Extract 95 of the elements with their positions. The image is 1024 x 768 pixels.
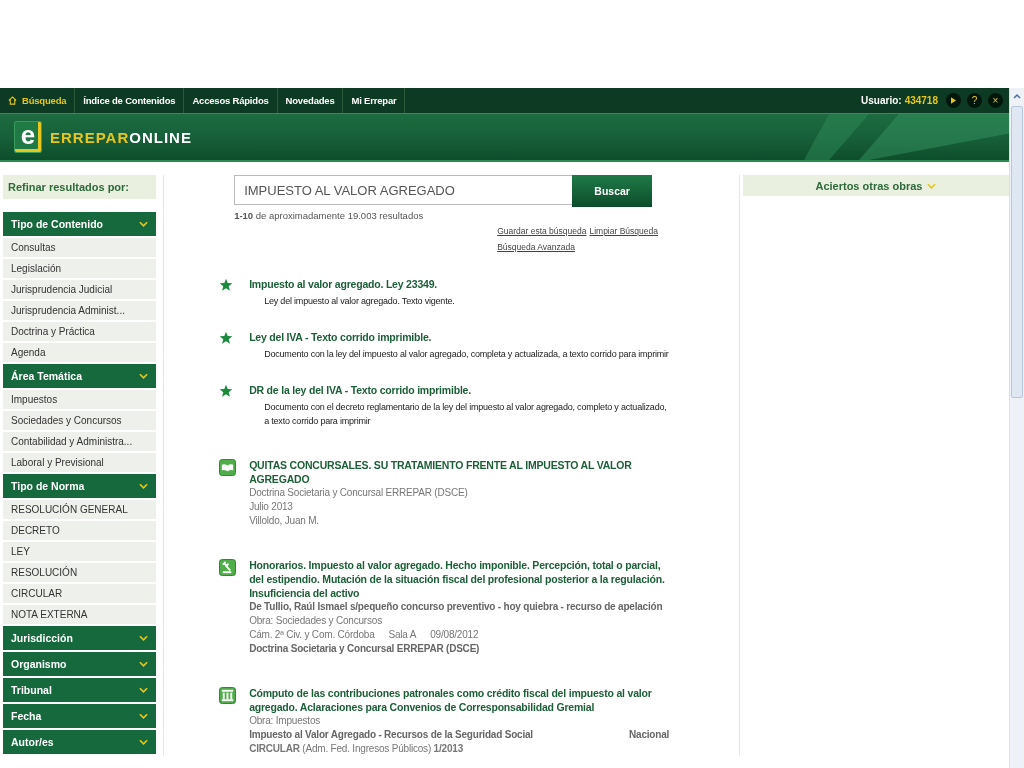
- result-title-link[interactable]: DR de la ley del IVA - Texto corrido imprimible.: [249, 383, 670, 397]
- chevron-icon: [139, 373, 149, 379]
- filter-item[interactable]: Doctrina y Práctica: [3, 322, 157, 343]
- section-title: Autor/es: [11, 736, 54, 748]
- filter-section-header[interactable]: Fecha: [3, 704, 157, 730]
- result-title-link[interactable]: Cómputo de las contribuciones patronales como crédito fiscal del impuesto al valor agregado. Aclaraciones para Convenios de Corresponsabilidad Gremial: [249, 686, 670, 714]
- filter-item[interactable]: DECRETO: [3, 521, 157, 542]
- filter-item[interactable]: Impuestos: [3, 390, 157, 411]
- advanced-search-link[interactable]: Búsqueda Avanzada: [497, 239, 575, 255]
- filter-item[interactable]: Laboral y Previsional: [3, 453, 157, 474]
- play-icon: [951, 97, 956, 104]
- result-detail: Impuesto al Valor Agregado - Recursos de la Seguridad Social: [249, 728, 533, 742]
- scrollbar[interactable]: [1009, 88, 1024, 768]
- filter-item[interactable]: Agenda: [3, 343, 157, 364]
- section-title: Organismo: [11, 658, 67, 670]
- result-detail: Documento con la ley del impuesto al valor agregado, completa y actualizada, a texto corrido para imprimir: [264, 348, 670, 361]
- result-detail: Nacional: [629, 728, 670, 742]
- filter-section-header[interactable]: Jurisdicción: [3, 626, 157, 652]
- result-detail: Obra: Impuestos: [249, 714, 322, 728]
- user-label: Usuario:: [861, 95, 902, 106]
- other-works-header[interactable]: Aciertos otras obras: [742, 175, 1009, 196]
- book-icon: [219, 459, 237, 476]
- star-icon: [219, 384, 234, 398]
- filter-item[interactable]: Contabilidad y Administra...: [3, 432, 157, 453]
- result-title-link[interactable]: Impuesto al valor agregado. Ley 23349.: [249, 277, 670, 291]
- columns-icon: [219, 687, 237, 704]
- result-detail: 09/08/2012: [430, 628, 479, 642]
- result-detail: CIRCULAR (Adm. Fed. Ingresos Públicos) 1/2013: [249, 742, 464, 756]
- result-title-link[interactable]: Ley del IVA - Texto corrido imprimible.: [249, 330, 670, 344]
- result-detail: Cám. 2ª Civ. y Com. Córdoba: [249, 628, 375, 642]
- gavel-icon: [219, 559, 237, 576]
- user-id: 434718: [904, 95, 938, 106]
- chevron-icon: [139, 635, 149, 641]
- section-title: Jurisdicción: [11, 632, 73, 644]
- nav-tab[interactable]: Mi Errepar: [343, 88, 406, 113]
- clear-search-link[interactable]: Limpiar Búsqueda: [589, 223, 658, 239]
- logo-mark: e: [14, 121, 42, 153]
- filter-item[interactable]: Legislación: [3, 259, 157, 280]
- result-title-link[interactable]: QUITAS CONCURSALES. SU TRATAMIENTO FRENTE AL IMPUESTO AL VALOR AGREGADO: [249, 458, 670, 486]
- close-button[interactable]: ×: [988, 93, 1003, 108]
- chevron-icon: [139, 739, 149, 745]
- result-title-link[interactable]: Honorarios. Impuesto al valor agregado. Hecho imponible. Percepción, total o parcial, del estipendio. Mutación de la situación fiscal del profesional posterior a la regulación. Insuficiencia del activo: [249, 558, 670, 600]
- section-title: Fecha: [11, 710, 42, 722]
- nav-tab[interactable]: Búsqueda: [0, 88, 76, 113]
- star-icon: [219, 278, 234, 292]
- help-button[interactable]: ?: [967, 93, 982, 108]
- chevron-icon: [927, 182, 937, 189]
- refine-heading: Refinar resultados por:: [3, 175, 157, 199]
- nav-tab[interactable]: Índice de Contenidos: [75, 88, 185, 113]
- chevron-icon: [139, 483, 149, 489]
- logo-text: ONLINE: [129, 128, 192, 146]
- filter-section-header[interactable]: Tipo de Contenido: [3, 212, 157, 238]
- result-detail: Ley del impuesto al valor agregado. Texto vigente.: [264, 295, 456, 308]
- filter-section-header[interactable]: Organismo: [3, 652, 157, 678]
- play-button[interactable]: [946, 93, 961, 108]
- filter-section-header[interactable]: Tipo de Norma: [3, 474, 157, 500]
- result-detail: Obra: Sociedades y Concursos: [249, 614, 383, 628]
- filter-item[interactable]: Sociedades y Concursos: [3, 411, 157, 432]
- section-title: Tipo de Contenido: [11, 218, 103, 230]
- filter-section-header[interactable]: Autor/es: [3, 730, 157, 756]
- nav-tab[interactable]: Accesos Rápidos: [184, 88, 278, 113]
- chevron-icon: [139, 687, 149, 693]
- filter-item[interactable]: Jurisprudencia Administ...: [3, 301, 157, 322]
- filter-item[interactable]: RESOLUCIÓN: [3, 563, 157, 584]
- star-icon: [219, 331, 234, 345]
- filter-item[interactable]: NOTA EXTERNA: [3, 605, 157, 626]
- filter-item[interactable]: RESOLUCIÓN GENERAL: [3, 500, 157, 521]
- filter-item[interactable]: Jurisprudencia Judicial: [3, 280, 157, 301]
- search-button[interactable]: Buscar: [572, 175, 653, 207]
- save-search-link[interactable]: Guardar esta búsqueda: [497, 223, 587, 239]
- nav-tab[interactable]: Novedades: [277, 88, 344, 113]
- results-count: 1-10 de aproximadamente 19.003 resultados: [234, 210, 425, 221]
- filter-item[interactable]: CIRCULAR: [3, 584, 157, 605]
- filter-item[interactable]: Consultas: [3, 238, 157, 259]
- filter-section-header[interactable]: Área Temática: [3, 364, 157, 390]
- logo-text: ERREPAR: [50, 128, 130, 146]
- section-title: Tipo de Norma: [11, 480, 85, 492]
- chevron-icon: [139, 713, 149, 719]
- result-detail: Doctrina Societaria y Concursal ERREPAR (DSCE): [249, 642, 481, 656]
- result-detail: Sala A: [388, 628, 417, 642]
- chevron-icon: [139, 661, 149, 667]
- filter-item[interactable]: LEY: [3, 542, 157, 563]
- section-title: Tribunal: [11, 684, 52, 696]
- result-detail: Doctrina Societaria y Concursal ERREPAR (DSCE): [249, 486, 469, 500]
- chevron-icon: [139, 221, 149, 227]
- filter-section-header[interactable]: Tribunal: [3, 678, 157, 704]
- search-field[interactable]: IMPUESTO AL VALOR AGREGADO: [234, 175, 573, 205]
- result-detail: Julio 2013: [249, 500, 294, 514]
- other-works-title: Aciertos otras obras: [815, 179, 923, 192]
- result-detail: De Tullio, Raúl Ismael s/pequeño concurso preventivo - hoy quiebra - recurso de apelación: [249, 600, 664, 614]
- section-title: Área Temática: [11, 370, 82, 382]
- result-detail: Documento con el decreto reglamentario de la ley del impuesto al valor agregado, completo y actualizado, a texto corrido para imprimir: [264, 401, 668, 428]
- scroll-up-icon[interactable]: [1012, 92, 1022, 100]
- result-detail: Villoldo, Juan M.: [249, 514, 320, 528]
- home-icon: [8, 96, 17, 105]
